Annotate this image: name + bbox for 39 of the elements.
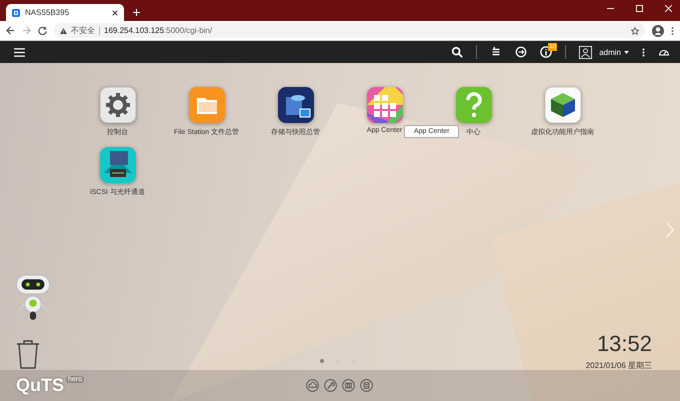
browser-tab[interactable]: NAS55B395	[6, 4, 124, 21]
warning-icon	[60, 28, 67, 34]
more-icon[interactable]	[671, 26, 674, 36]
trash-icon[interactable]	[16, 339, 40, 369]
gear-icon[interactable]	[100, 87, 136, 123]
close-icon[interactable]	[112, 10, 118, 16]
back-icon[interactable]	[6, 26, 15, 35]
url-host: 169.254.103.125	[104, 26, 164, 35]
address-field[interactable]: 不安全 169.254.103.125:5000/cgi-bin/	[54, 23, 645, 38]
maximize-icon[interactable]	[636, 5, 643, 12]
search-icon[interactable]	[451, 46, 464, 58]
more-icon[interactable]	[642, 46, 645, 58]
user-icon[interactable]	[579, 46, 592, 58]
note-icon[interactable]	[360, 379, 373, 392]
nas-icon	[12, 8, 20, 16]
user-menu[interactable]: admin	[599, 48, 621, 56]
url-path: :5000/cgi-bin/	[164, 26, 214, 35]
menu-icon[interactable]	[14, 48, 25, 56]
cube-icon[interactable]	[544, 87, 580, 123]
tab-title: NAS55B395	[25, 8, 70, 17]
page-dot[interactable]	[320, 359, 324, 363]
new-tab-icon[interactable]	[133, 9, 140, 16]
cloud-icon[interactable]	[306, 379, 319, 392]
app-grid-icon[interactable]	[366, 87, 402, 123]
star-icon[interactable]	[631, 26, 639, 34]
storage-icon[interactable]	[278, 87, 314, 123]
profile-icon[interactable]	[652, 24, 664, 36]
caret-icon[interactable]	[624, 50, 629, 54]
wrench-icon[interactable]	[324, 379, 337, 392]
reload-icon[interactable]	[38, 26, 47, 35]
server-icon[interactable]	[100, 147, 136, 183]
clock-time: 13:52	[596, 331, 652, 357]
clock-date: 2021/01/06 星期三	[586, 360, 652, 371]
info-icon[interactable]	[540, 46, 552, 58]
panel-icon[interactable]	[342, 379, 355, 392]
stack-icon[interactable]	[490, 46, 502, 58]
sync-icon[interactable]	[515, 46, 528, 58]
minimize-icon[interactable]	[607, 5, 614, 12]
security-label: 不安全	[71, 25, 95, 36]
